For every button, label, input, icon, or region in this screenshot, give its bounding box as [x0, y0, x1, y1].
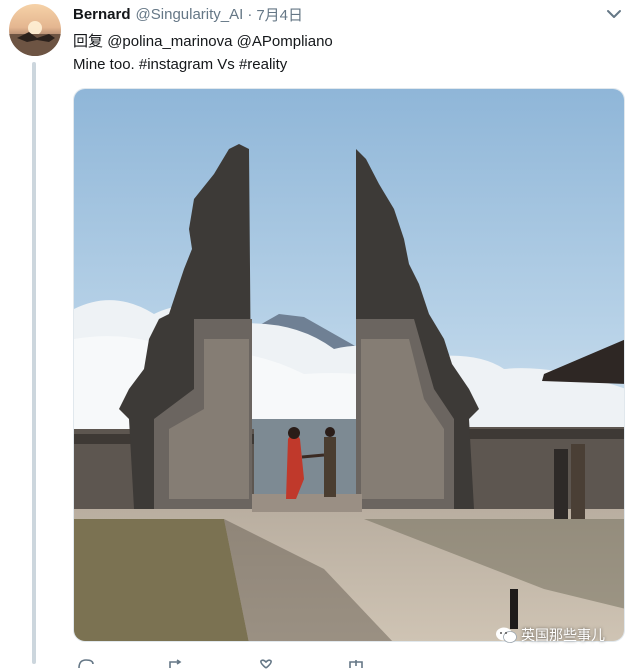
tweet-actions — [73, 655, 473, 669]
chevron-down-icon — [607, 10, 621, 18]
tweet-text: Mine too. #instagram Vs #reality — [73, 56, 287, 73]
wechat-icon — [496, 627, 517, 643]
mention-link[interactable]: @polina_marinova — [107, 33, 232, 50]
retweet-icon — [169, 659, 182, 668]
reply-context: 回复 @polina_marinova @APompliano — [73, 30, 333, 51]
tweet-text-joiner: Vs — [217, 56, 235, 73]
watermark: 英国那些事儿 — [495, 624, 605, 646]
more-options-button[interactable] — [604, 6, 624, 22]
heart-icon — [260, 659, 272, 669]
display-name[interactable]: Bernard — [73, 6, 131, 23]
tweet-media-photo[interactable] — [73, 88, 625, 642]
hashtag-link[interactable]: #instagram — [139, 56, 213, 73]
temple-gate-photo — [74, 89, 624, 641]
thread-line — [32, 62, 36, 664]
like-button[interactable] — [253, 655, 343, 669]
tweet-text-plain: Mine too. — [73, 56, 135, 73]
share-icon — [349, 660, 363, 668]
avatar-image — [9, 21, 61, 56]
watermark-label: 英国那些事儿 — [521, 627, 605, 643]
reply-button[interactable] — [73, 655, 163, 669]
timestamp[interactable]: 7月4日 — [256, 4, 303, 25]
share-button[interactable] — [343, 655, 433, 668]
reply-prefix: 回复 — [73, 33, 104, 50]
retweet-button[interactable] — [163, 655, 253, 668]
user-handle[interactable]: @Singularity_AI — [136, 6, 244, 23]
avatar[interactable] — [9, 4, 61, 56]
reply-icon — [78, 659, 94, 669]
separator-dot: · — [247, 5, 253, 23]
mention-link[interactable]: @APompliano — [237, 33, 333, 50]
tweet-header: Bernard @Singularity_AI · 7月4日 — [73, 4, 303, 24]
hashtag-link[interactable]: #reality — [239, 56, 287, 73]
